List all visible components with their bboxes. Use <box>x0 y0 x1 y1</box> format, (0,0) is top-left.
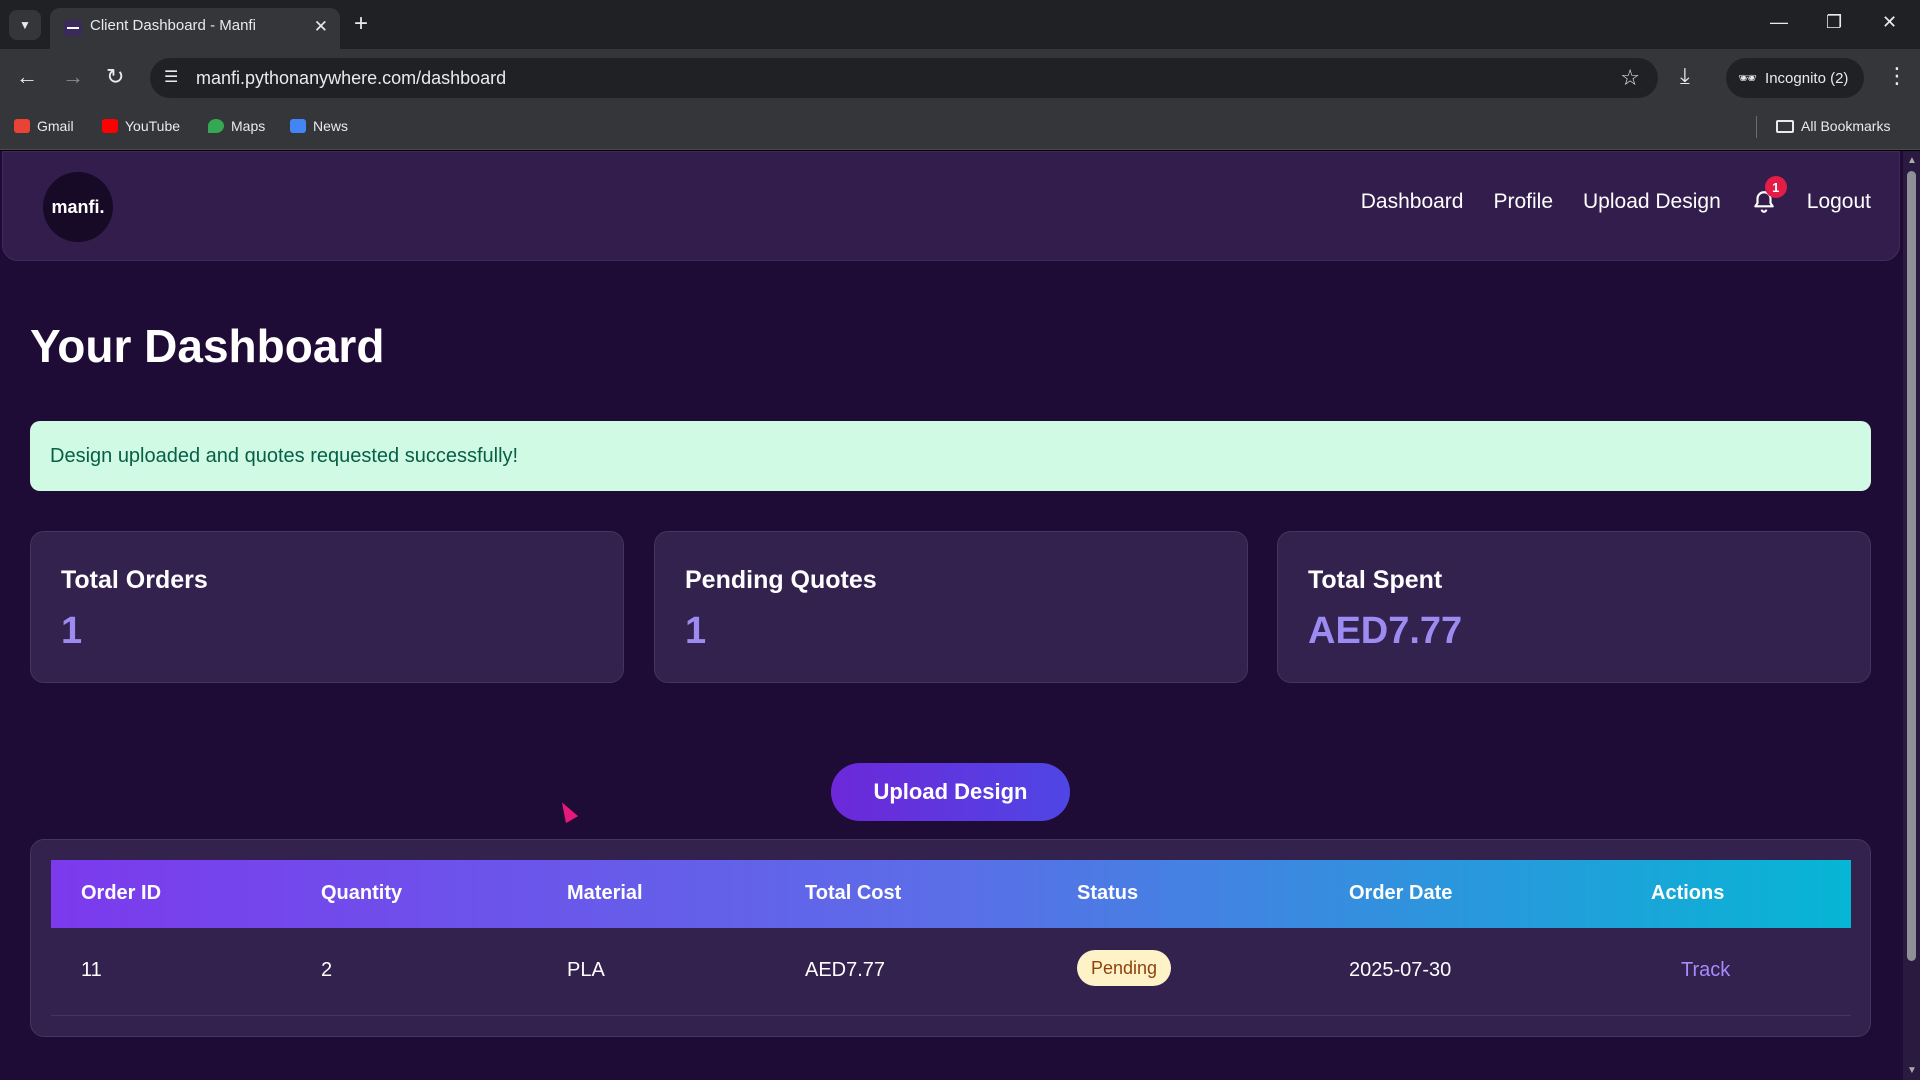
folder-icon <box>1776 119 1794 133</box>
site-navbar: manfi. Dashboard Profile Upload Design 1… <box>2 151 1900 261</box>
browser-tab-bar: ▼ Client Dashboard - Manfi ✕ + — ❐ ✕ <box>0 0 1920 49</box>
address-bar[interactable]: ☰ manfi.pythonanywhere.com/dashboard ☆ <box>150 58 1658 98</box>
cell-quantity: 2 <box>321 959 333 981</box>
bookmarks-bar: Gmail YouTube Maps News All Bookmarks <box>0 106 1920 150</box>
page-title: Your Dashboard <box>30 320 385 372</box>
bookmark-maps[interactable]: Maps <box>208 118 265 134</box>
column-header: Order Date <box>1349 882 1453 904</box>
column-header: Order ID <box>81 882 162 904</box>
logout-link[interactable]: Logout <box>1807 190 1871 214</box>
page-content: manfi. Dashboard Profile Upload Design 1… <box>0 151 1903 1080</box>
maps-icon <box>208 119 224 133</box>
back-icon[interactable]: ← <box>16 63 38 91</box>
incognito-label: Incognito (2) <box>1765 69 1849 87</box>
browser-toolbar: ← → ↻ ☰ manfi.pythonanywhere.com/dashboa… <box>0 49 1920 106</box>
column-header: Total Cost <box>805 882 902 904</box>
upload-design-button[interactable]: Upload Design <box>831 763 1070 821</box>
chevron-down-icon: ▼ <box>19 18 31 32</box>
reload-icon[interactable]: ↻ <box>106 63 124 91</box>
mouse-cursor-icon <box>555 798 579 824</box>
nav-profile-link[interactable]: Profile <box>1493 190 1553 214</box>
column-header: Status <box>1077 882 1139 904</box>
download-icon[interactable]: ⤓ <box>1680 63 1690 89</box>
forward-icon[interactable]: → <box>62 63 84 91</box>
restore-icon[interactable]: ❐ <box>1826 12 1842 33</box>
minimize-icon[interactable]: — <box>1770 12 1788 33</box>
incognito-icon: 🕶 <box>1738 70 1758 87</box>
notifications-button[interactable]: 1 <box>1751 176 1787 216</box>
cell-material: PLA <box>567 959 605 981</box>
track-link[interactable]: Track <box>1681 959 1730 982</box>
gmail-icon <box>14 119 30 133</box>
bookmark-label: Maps <box>231 118 266 134</box>
bookmark-news[interactable]: News <box>290 118 348 134</box>
stat-card-total-orders: Total Orders 1 <box>30 531 624 683</box>
stat-label: Pending Quotes <box>685 566 877 594</box>
stat-value: 1 <box>61 610 83 652</box>
browser-tab[interactable]: Client Dashboard - Manfi ✕ <box>50 8 340 49</box>
table-header: Order ID Quantity Material Total Cost St… <box>51 860 1851 928</box>
bookmark-label: YouTube <box>125 118 181 134</box>
tab-title: Client Dashboard - Manfi <box>90 17 256 34</box>
all-bookmarks-label: All Bookmarks <box>1801 118 1891 134</box>
site-settings-icon[interactable]: ☰ <box>164 67 178 87</box>
bookmark-gmail[interactable]: Gmail <box>14 118 74 134</box>
favicon-icon <box>64 20 82 36</box>
bookmark-label: Gmail <box>37 118 74 134</box>
scroll-up-icon[interactable]: ▲ <box>1907 155 1917 166</box>
incognito-button[interactable]: 🕶 Incognito (2) <box>1726 58 1864 98</box>
column-header: Material <box>567 882 643 904</box>
page-scrollbar[interactable]: ▲ ▼ <box>1903 151 1920 1080</box>
column-header: Actions <box>1651 882 1725 904</box>
nav-links: Dashboard Profile Upload Design 1 Logout <box>1361 176 1871 216</box>
nav-dashboard-link[interactable]: Dashboard <box>1361 190 1464 214</box>
column-header: Quantity <box>321 882 403 904</box>
news-icon <box>290 119 306 133</box>
stat-label: Total Orders <box>61 566 208 594</box>
stat-card-pending-quotes: Pending Quotes 1 <box>654 531 1248 683</box>
youtube-icon <box>102 119 118 133</box>
cell-order-date: 2025-07-30 <box>1349 959 1452 981</box>
scroll-down-icon[interactable]: ▼ <box>1907 1065 1917 1076</box>
status-badge: Pending <box>1077 950 1172 986</box>
bookmark-label: News <box>313 118 349 134</box>
stat-card-total-spent: Total Spent AED7.77 <box>1277 531 1871 683</box>
bookmark-youtube[interactable]: YouTube <box>102 118 180 134</box>
cell-total-cost: AED7.77 <box>805 959 886 981</box>
more-menu-icon[interactable]: ⋮ <box>1886 63 1908 89</box>
stat-value: AED7.77 <box>1308 610 1463 652</box>
tab-search-button[interactable]: ▼ <box>9 10 41 40</box>
stat-label: Total Spent <box>1308 566 1443 594</box>
nav-upload-design-link[interactable]: Upload Design <box>1583 190 1721 214</box>
stat-value: 1 <box>685 610 707 652</box>
bookmark-separator <box>1756 116 1757 138</box>
close-icon[interactable]: ✕ <box>314 17 328 37</box>
new-tab-icon[interactable]: + <box>354 10 368 38</box>
url-text[interactable]: manfi.pythonanywhere.com/dashboard <box>196 68 506 89</box>
site-logo[interactable]: manfi. <box>43 172 113 242</box>
bookmark-star-icon[interactable]: ☆ <box>1620 65 1640 91</box>
all-bookmarks[interactable]: All Bookmarks <box>1776 118 1890 134</box>
orders-table: Order ID Quantity Material Total Cost St… <box>30 839 1871 1037</box>
table-row: 11 2 PLA AED7.77 Pending 2025-07-30 Trac… <box>51 928 1851 1016</box>
success-alert: Design uploaded and quotes requested suc… <box>30 421 1871 491</box>
window-close-icon[interactable]: ✕ <box>1882 12 1897 33</box>
scroll-thumb[interactable] <box>1907 171 1916 961</box>
cell-order-id: 11 <box>81 959 102 981</box>
notification-count-badge: 1 <box>1764 176 1787 198</box>
